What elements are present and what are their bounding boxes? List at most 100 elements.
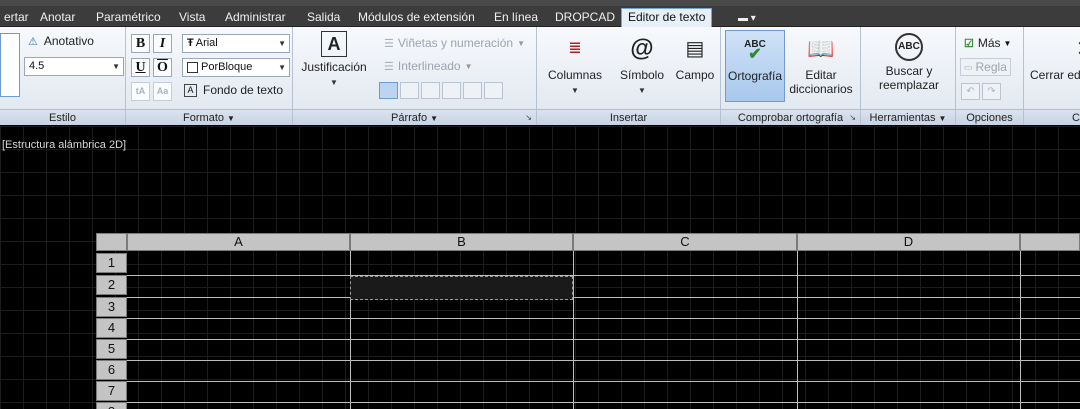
ruler-icon: ▭: [964, 61, 973, 72]
chevron-down-icon[interactable]: ▼: [227, 114, 235, 123]
column-header-e[interactable]: [1020, 233, 1080, 251]
find-replace-icon: ABC: [895, 33, 923, 61]
chevron-down-icon: ▼: [517, 38, 525, 48]
column-header-a[interactable]: A: [127, 233, 350, 251]
align-right-icon[interactable]: [421, 82, 440, 99]
tab-anotar[interactable]: Anotar: [34, 9, 81, 27]
vinetas-button[interactable]: Viñetas y numeración: [398, 36, 513, 50]
row-header-6[interactable]: 6: [96, 360, 127, 380]
columnas-button[interactable]: ≣ Columnas ▼: [545, 33, 605, 98]
panel-label-estilo: Estilo: [0, 109, 125, 125]
tab-insertar[interactable]: ertar: [0, 9, 35, 27]
chevron-down-icon: ▼: [112, 62, 120, 71]
panel-label-formato: Formato ▼: [126, 109, 292, 125]
bold-button[interactable]: B: [131, 34, 150, 53]
chevron-down-icon[interactable]: ▼: [430, 114, 438, 123]
truetype-icon: Ŧ: [187, 37, 194, 49]
anotativo-button[interactable]: Anotativo: [44, 34, 94, 48]
drawing-canvas[interactable]: [Estructura alámbrica 2D] A B C D 1 2 3 …: [0, 126, 1080, 409]
ribbon: ⚠ Anotativo 4.5 ▼ Estilo B I Ŧ Arial ▼ U …: [0, 27, 1080, 125]
row-header-1[interactable]: 1: [96, 253, 127, 273]
chevron-down-icon: ▼: [278, 39, 286, 48]
tab-modulos[interactable]: Módulos de extensión: [352, 9, 481, 27]
workspace-switch-icon[interactable]: ▬ ▾: [738, 13, 756, 24]
buscar-reemplazar-button[interactable]: ABC Buscar y reemplazar: [869, 33, 949, 92]
panel-label-insertar: Insertar: [537, 109, 720, 125]
close-icon: ✕: [1068, 33, 1080, 65]
diccionarios-label: diccionarios: [789, 82, 853, 96]
justificacion-button[interactable]: A Justificación ▼: [299, 31, 369, 90]
align-center-icon[interactable]: [400, 82, 419, 99]
justificacion-label: Justificación: [301, 60, 367, 74]
panel-label-parrafo: Párrafo ▼ ↘: [293, 109, 536, 125]
underline-button[interactable]: U: [131, 58, 150, 77]
bullets-icon: ☰: [384, 37, 394, 50]
ortografia-button[interactable]: ABC ✔ Ortografía: [725, 30, 785, 102]
simbolo-button[interactable]: @ Símbolo ▼: [617, 33, 667, 98]
column-header-d[interactable]: D: [797, 233, 1020, 251]
columns-icon: ≣: [568, 40, 582, 57]
cerrar-editor-button[interactable]: ✕ Cerrar edi: [1030, 33, 1080, 83]
tab-parametrico[interactable]: Paramétrico: [90, 9, 167, 27]
table-row: [127, 402, 1080, 403]
tab-administrar[interactable]: Administrar: [219, 9, 292, 27]
campo-button[interactable]: ▤ Campo: [673, 33, 717, 82]
table-row: [127, 318, 1080, 319]
align-distribute-icon[interactable]: [463, 82, 482, 99]
chevron-down-icon[interactable]: ▼: [939, 114, 947, 123]
active-cell-b2[interactable]: [350, 276, 573, 300]
check-icon: ✔: [748, 46, 762, 63]
column-header-c[interactable]: C: [573, 233, 797, 251]
panel-label-herramientas: Herramientas ▼: [861, 109, 955, 125]
text-height-combo[interactable]: 4.5 ▼: [24, 57, 124, 76]
table-row: [127, 275, 1080, 276]
herramientas-label: Herramientas: [869, 112, 936, 124]
row-header-2[interactable]: 2: [96, 275, 127, 295]
dialog-launcher-icon[interactable]: ↘: [849, 110, 856, 126]
mas-button[interactable]: Más: [978, 36, 1001, 50]
tab-vista[interactable]: Vista: [173, 9, 211, 27]
interlineado-button[interactable]: Interlineado: [398, 59, 461, 73]
dialog-launcher-icon[interactable]: ↘: [525, 110, 532, 126]
tab-dropcad[interactable]: DROPCAD: [549, 9, 621, 27]
align-extra-icon[interactable]: [484, 82, 503, 99]
panel-formato: B I Ŧ Arial ▼ U O PorBloque ▼ tA Aa A Fon…: [126, 27, 293, 125]
overline-button[interactable]: O: [153, 58, 172, 77]
italic-button[interactable]: I: [153, 34, 172, 53]
formato-label: Formato: [183, 112, 225, 124]
tab-salida[interactable]: Salida: [301, 9, 346, 27]
editar-diccionarios-button[interactable]: 📖 Editar diccionarios: [785, 33, 857, 97]
table-corner: [96, 233, 127, 251]
simbolo-label: Símbolo: [619, 68, 665, 82]
row-header-4[interactable]: 4: [96, 318, 127, 338]
row-header-8[interactable]: 8: [96, 402, 127, 409]
regla-button[interactable]: Regla: [976, 60, 1007, 74]
field-icon: ▤: [685, 38, 705, 60]
lowercase-icon: Aa: [153, 82, 172, 101]
redo-icon[interactable]: ↷: [982, 83, 1001, 100]
viewport-label[interactable]: [Estructura alámbrica 2D]: [2, 139, 126, 151]
style-gallery[interactable]: [0, 33, 20, 97]
panel-comprobar: ABC ✔ Ortografía 📖 Editar diccionarios Co…: [721, 27, 861, 125]
line-spacing-icon: ☰: [384, 60, 394, 73]
column-header-b[interactable]: B: [350, 233, 573, 251]
row-header-5[interactable]: 5: [96, 339, 127, 359]
table-row: [127, 297, 1080, 298]
tab-editor-de-texto[interactable]: Editor de texto: [621, 8, 713, 28]
checkbox-icon: ☑: [964, 37, 974, 50]
annotative-icon: ⚠: [28, 35, 38, 48]
justification-icon: A: [321, 31, 347, 57]
table-row: [127, 381, 1080, 382]
fondo-de-texto-button[interactable]: Fondo de texto: [203, 83, 283, 97]
row-header-3[interactable]: 3: [96, 297, 127, 317]
text-height-value: 4.5: [29, 60, 45, 72]
font-combo[interactable]: Ŧ Arial ▼: [182, 34, 290, 53]
table-row: [127, 339, 1080, 340]
color-combo[interactable]: PorBloque ▼: [182, 58, 290, 77]
row-header-7[interactable]: 7: [96, 381, 127, 401]
undo-icon[interactable]: ↶: [961, 83, 980, 100]
tab-en-linea[interactable]: En línea: [488, 9, 544, 27]
align-justify-icon[interactable]: [442, 82, 461, 99]
align-left-icon[interactable]: [379, 82, 398, 99]
panel-estilo: ⚠ Anotativo 4.5 ▼ Estilo: [0, 27, 126, 125]
